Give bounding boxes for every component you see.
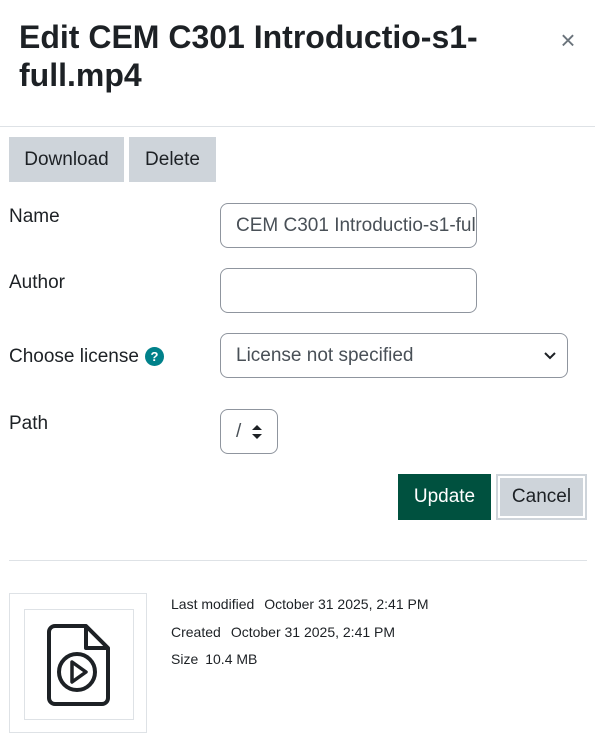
update-button[interactable]: Update (398, 474, 491, 520)
video-file-icon (47, 624, 110, 706)
dialog-header: Edit CEM C301 Introductio-s1-full.mp4 × (0, 0, 595, 127)
author-label: Author (9, 272, 65, 293)
path-label: Path (9, 413, 49, 434)
author-field[interactable] (220, 268, 477, 313)
last-modified-label: Last modified (171, 596, 255, 612)
last-modified-value: October 31 2025, 2:41 PM (264, 596, 429, 612)
help-icon[interactable]: ? (145, 347, 164, 366)
path-select-value: / (236, 420, 242, 442)
dialog-title: Edit CEM C301 Introductio-s1-full.mp4 (19, 19, 478, 93)
delete-button[interactable]: Delete (129, 137, 216, 182)
created-value: October 31 2025, 2:41 PM (230, 624, 396, 640)
file-thumbnail (9, 593, 147, 733)
size-label: Size (171, 651, 199, 667)
path-select[interactable]: / (220, 409, 278, 454)
license-label: Choose license (9, 346, 139, 367)
chevron-down-icon (544, 352, 556, 360)
size-value: 10.4 MB (205, 651, 258, 667)
name-label: Name (9, 206, 60, 227)
size-row: Size 10.4 MB (171, 651, 257, 667)
created-label: Created (171, 624, 221, 640)
sort-arrows-icon (252, 425, 262, 439)
license-select[interactable]: License not specified (220, 333, 568, 378)
license-select-value: License not specified (236, 344, 414, 366)
close-icon[interactable]: × (554, 24, 582, 56)
last-modified-row: Last modified October 31 2025, 2:41 PM (171, 596, 429, 612)
created-row: Created October 31 2025, 2:41 PM (171, 624, 395, 640)
name-field[interactable]: CEM C301 Introductio-s1-full.mp4 (220, 203, 477, 248)
cancel-button[interactable]: Cancel (496, 474, 587, 520)
download-button[interactable]: Download (9, 137, 124, 182)
divider (9, 560, 587, 561)
thumbnail-frame (24, 609, 134, 720)
